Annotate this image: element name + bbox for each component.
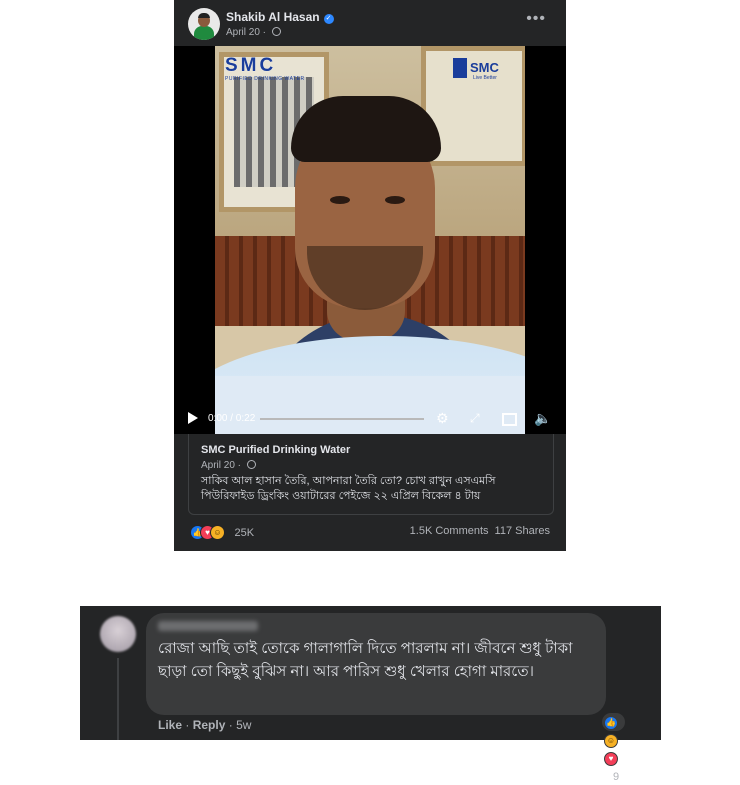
- smc-family-icon: [453, 58, 467, 78]
- play-icon[interactable]: [188, 412, 198, 424]
- avatar-shirt: [194, 26, 214, 40]
- comment-age[interactable]: 5w: [236, 718, 251, 732]
- settings-gear-icon[interactable]: ⚙: [436, 410, 449, 426]
- comments-count-link[interactable]: 1.5K Comments: [410, 525, 489, 537]
- shared-date-row: April 20 ·: [201, 460, 256, 471]
- smc-logo-left-text: SMC: [225, 55, 277, 76]
- person-eye-left: [330, 196, 350, 204]
- comment-like-button[interactable]: Like: [158, 718, 182, 732]
- mute-speaker-icon[interactable]: 🔈: [534, 410, 551, 426]
- smc-logo-left: SMC PURIFIED DRINKING WATER: [225, 55, 305, 83]
- facebook-post: Shakib Al Hasan ✓ April 20 · ••• SMC PURI…: [174, 0, 566, 551]
- shares-count-link[interactable]: 117 Shares: [495, 525, 550, 537]
- person-eye-right: [385, 196, 405, 204]
- comment-reaction-count: 9: [613, 771, 620, 784]
- post-header: Shakib Al Hasan ✓ April 20 · •••: [174, 0, 566, 46]
- comment-text: রোজা আছি তাই তোকে গালাগালি দিতে পারলাম ন…: [158, 640, 573, 680]
- globe-icon: [246, 460, 256, 469]
- video-frame: SMC PURIFIED DRINKING WATER SMC Live Bet…: [215, 46, 525, 434]
- separator-dot: ·: [185, 718, 190, 732]
- more-options-button[interactable]: •••: [526, 11, 546, 27]
- commenter-avatar[interactable]: [100, 616, 136, 652]
- engagement-stats: 1.5K Comments 117 Shares: [404, 525, 550, 537]
- comment-reply-button[interactable]: Reply: [193, 718, 226, 732]
- reaction-count[interactable]: 25K: [234, 527, 254, 539]
- author-avatar[interactable]: [188, 8, 220, 40]
- post-date-row[interactable]: April 20 ·: [226, 27, 281, 38]
- author-name[interactable]: Shakib Al Hasan: [226, 10, 320, 24]
- haha-reaction-icon: ☺: [210, 525, 225, 541]
- smc-logo-right: SMC Live Better: [453, 56, 517, 84]
- video-player[interactable]: SMC PURIFIED DRINKING WATER SMC Live Bet…: [174, 46, 566, 434]
- thread-line: [117, 658, 119, 740]
- shared-date[interactable]: April 20 ·: [201, 460, 244, 471]
- reaction-summary[interactable]: 👍 ♥ ☺ 25K: [190, 524, 254, 542]
- comment-panel: রোজা আছি তাই তোকে গালাগালি দিতে পারলাম ন…: [80, 606, 661, 783]
- shared-page-name[interactable]: SMC Purified Drinking Water: [201, 444, 350, 456]
- smc-logo-right-tagline: Live Better: [473, 75, 497, 81]
- separator-dot: ·: [228, 718, 233, 732]
- verified-badge-icon: ✓: [323, 14, 334, 24]
- haha-reaction-icon: ☺: [604, 734, 618, 749]
- smc-logo-left-subtitle: PURIFIED DRINKING WATER: [225, 76, 305, 82]
- video-time: 0:00 / 0:22: [208, 413, 256, 424]
- video-controls: 0:00 / 0:22 ⚙ ⤢ 🔈: [174, 404, 566, 434]
- shared-post-text: সাকিব আল হাসান তৈরি, আপনারা তৈরি তো? চোখ…: [201, 475, 496, 502]
- comment-reactions[interactable]: 👍 ☺ ♥ 9: [602, 713, 626, 783]
- person-hair: [291, 96, 441, 162]
- love-reaction-icon: ♥: [604, 752, 618, 767]
- picture-in-picture-icon[interactable]: [502, 413, 517, 426]
- author-name-row[interactable]: Shakib Al Hasan ✓: [226, 10, 334, 24]
- post-date[interactable]: April 20 ·: [226, 27, 269, 38]
- comment-actions: Like · Reply · 5w: [158, 718, 251, 732]
- fullscreen-expand-icon[interactable]: ⤢: [470, 410, 480, 426]
- smc-logo-right-text: SMC: [470, 60, 499, 75]
- like-reaction-icon: 👍: [604, 716, 618, 731]
- video-progress-track[interactable]: [260, 418, 424, 420]
- avatar-hair: [198, 13, 210, 18]
- commenter-name-redacted[interactable]: [158, 621, 258, 631]
- shared-post-preview[interactable]: SMC Purified Drinking Water April 20 · স…: [188, 434, 554, 515]
- comment-bubble: রোজা আছি তাই তোকে গালাগালি দিতে পারলাম ন…: [146, 613, 626, 783]
- globe-icon: [271, 27, 281, 36]
